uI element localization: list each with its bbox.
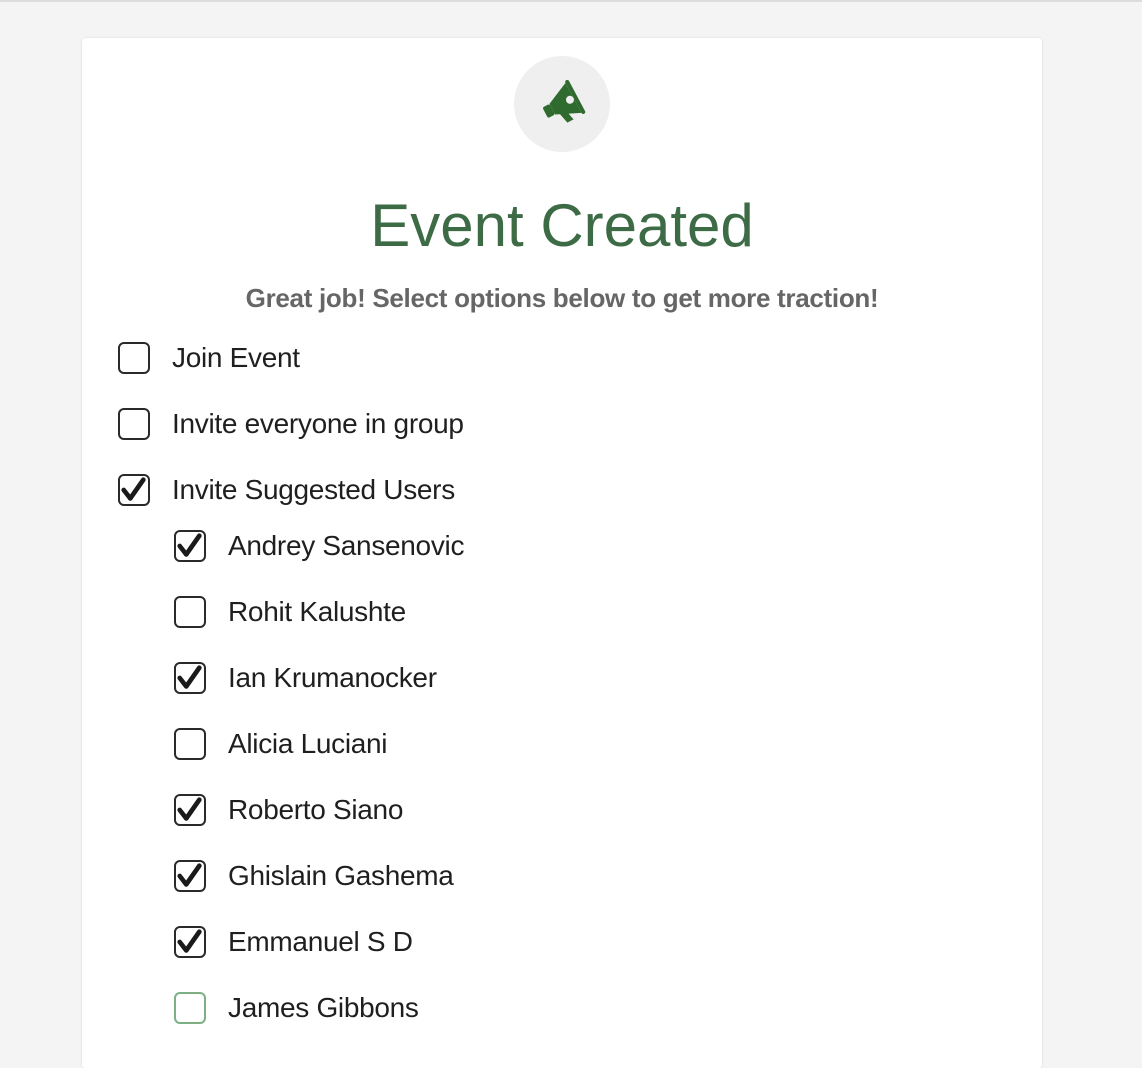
suggested-user-name: Roberto Siano [228, 794, 404, 825]
checkmark-icon [177, 665, 202, 689]
suggested-user-name: Rohit Kalushte [228, 596, 406, 627]
suggested-user-name: Emmanuel S D [228, 926, 413, 957]
suggested-user-option[interactable]: Ghislain Gashema [174, 858, 454, 894]
suggested-user-option[interactable]: Rohit Kalushte [174, 594, 406, 630]
checkbox[interactable] [174, 596, 206, 628]
invite-group-option[interactable]: Invite everyone in group [118, 406, 464, 442]
checkbox[interactable] [174, 860, 206, 892]
checkbox[interactable] [174, 926, 206, 958]
suggested-user-option[interactable]: Alicia Luciani [174, 726, 388, 762]
checkbox[interactable] [118, 342, 150, 374]
checkbox[interactable] [174, 794, 206, 826]
suggested-user-name: James Gibbons [228, 992, 419, 1023]
join-event-option[interactable]: Join Event [118, 340, 300, 376]
event-created-card: Event Created Great job! Select options … [82, 38, 1042, 1068]
suggested-user-name: Andrey Sansenovic [228, 530, 465, 561]
join-event-label: Join Event [172, 342, 300, 373]
suggested-user-name: Ghislain Gashema [228, 860, 454, 891]
window-top-border [0, 0, 1142, 2]
invite-suggested-option[interactable]: Invite Suggested Users [118, 472, 455, 508]
checkmark-icon [177, 533, 202, 557]
suggested-user-option[interactable]: James Gibbons [174, 990, 419, 1026]
megaphone-icon [543, 79, 586, 123]
suggested-user-name: Alicia Luciani [228, 728, 388, 759]
suggested-user-name: Ian Krumanocker [228, 662, 437, 693]
checkbox[interactable] [174, 662, 206, 694]
checkmark-icon [177, 929, 202, 953]
invite-suggested-label: Invite Suggested Users [172, 474, 455, 505]
suggested-user-option[interactable]: Emmanuel S D [174, 924, 413, 960]
checkbox[interactable] [118, 474, 150, 506]
page-title: Event Created [370, 192, 754, 259]
checkmark-icon [121, 477, 146, 501]
suggested-user-option[interactable]: Ian Krumanocker [174, 660, 437, 696]
suggested-user-option[interactable]: Andrey Sansenovic [174, 528, 464, 564]
checkmark-icon [177, 863, 202, 887]
checkmark-icon [177, 797, 202, 821]
invite-group-label: Invite everyone in group [172, 408, 464, 439]
suggested-user-option[interactable]: Roberto Siano [174, 792, 403, 828]
checkbox[interactable] [174, 728, 206, 760]
checkbox[interactable] [174, 530, 206, 562]
page-subtitle: Great job! Select options below to get m… [245, 283, 879, 313]
checkbox[interactable] [174, 992, 206, 1024]
checkbox[interactable] [118, 408, 150, 440]
megaphone-icon-badge [514, 56, 610, 152]
